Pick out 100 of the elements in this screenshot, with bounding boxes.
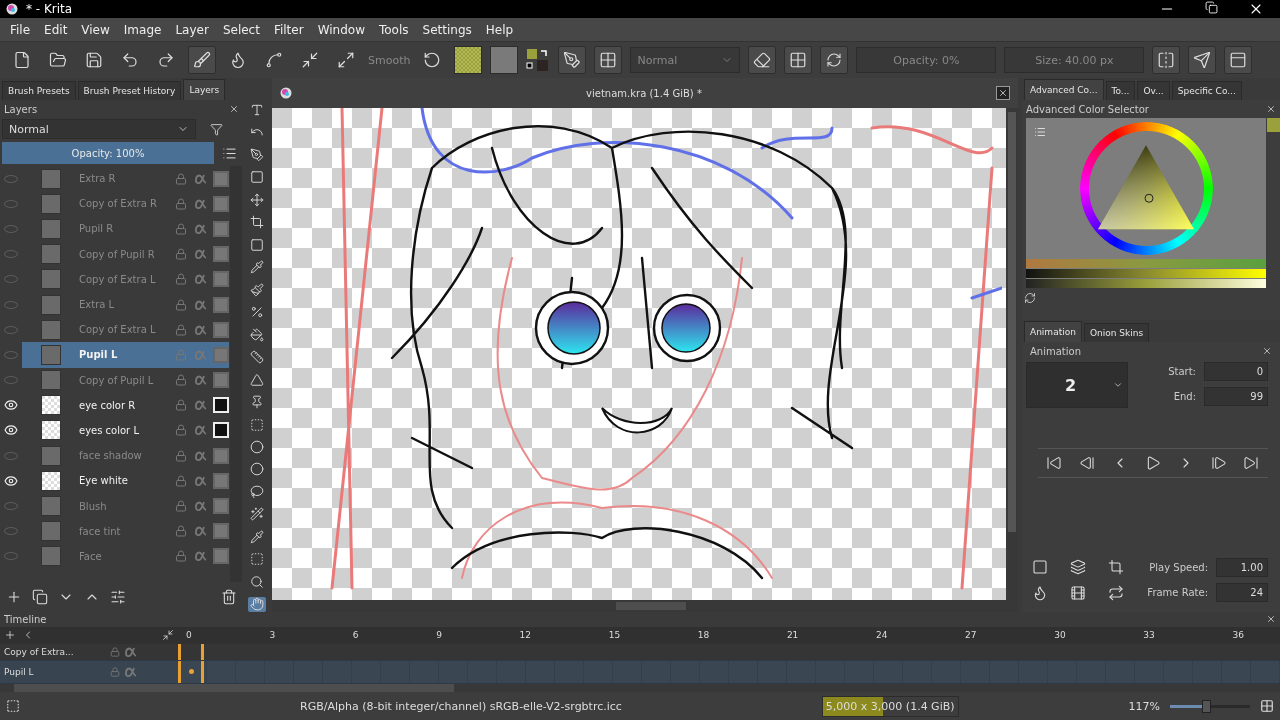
current-frame-field[interactable]: 2 xyxy=(1026,362,1128,408)
lock-icon[interactable] xyxy=(173,170,189,187)
lock-icon[interactable] xyxy=(173,321,189,338)
move-icon xyxy=(249,192,264,207)
grid-button[interactable] xyxy=(594,46,623,74)
transform-icon xyxy=(249,170,264,185)
lock-icon[interactable] xyxy=(173,397,189,414)
menu-item[interactable]: Filter xyxy=(273,22,304,37)
alpha-icon xyxy=(124,665,138,678)
lock-icon[interactable] xyxy=(173,523,189,540)
layer-row[interactable]: eyes color L xyxy=(0,417,229,444)
refresh-icon xyxy=(826,52,843,68)
value-bar[interactable] xyxy=(1026,279,1266,288)
dock-tab[interactable]: To... xyxy=(1105,81,1136,100)
close-button[interactable] xyxy=(996,86,1010,100)
restore-icon[interactable] xyxy=(1205,1,1218,14)
selection-icon[interactable] xyxy=(6,699,20,713)
menu-item[interactable]: Help xyxy=(485,22,514,37)
layer-thumbnail xyxy=(41,370,61,391)
menu-item[interactable]: View xyxy=(81,22,110,37)
dock-tab[interactable]: Animation xyxy=(1024,321,1082,342)
lock-icon[interactable] xyxy=(173,472,189,489)
paper-plane-button[interactable] xyxy=(1188,46,1217,74)
lock-icon[interactable] xyxy=(173,271,189,288)
dock-tab[interactable]: Brush Preset History xyxy=(77,81,182,100)
overview-icon[interactable] xyxy=(1260,699,1274,713)
loop-icon[interactable] xyxy=(1108,585,1124,601)
alpha-icon xyxy=(194,550,208,563)
lock-icon[interactable] xyxy=(173,447,189,464)
layers-icon[interactable] xyxy=(1070,559,1086,575)
frame-number: 6 xyxy=(352,630,359,641)
menu-item[interactable]: Image xyxy=(123,22,162,37)
zoom-fit-icon[interactable] xyxy=(162,629,174,642)
brush-button[interactable] xyxy=(188,46,216,74)
end-field[interactable]: 99 xyxy=(1204,387,1268,406)
window-title: * - Krita xyxy=(26,2,74,16)
next-keyframe-icon[interactable] xyxy=(1210,455,1227,471)
frame-number: 9 xyxy=(436,630,442,641)
dock-tab[interactable]: Advanced Co... xyxy=(1024,79,1104,100)
layer-name: eye color R xyxy=(78,399,137,411)
last-frame-icon[interactable] xyxy=(1243,455,1260,471)
sliders-icon[interactable] xyxy=(110,589,126,605)
menu-item[interactable]: Select xyxy=(222,22,260,37)
lock-icon[interactable] xyxy=(173,498,189,515)
duplicate-icon[interactable] xyxy=(32,589,48,605)
lock-icon[interactable] xyxy=(173,372,189,389)
add-icon[interactable] xyxy=(4,629,16,642)
blend-mode-dropdown[interactable]: Normal xyxy=(2,119,196,139)
menu-item[interactable]: Tools xyxy=(378,22,409,37)
paint-bucket-tool[interactable] xyxy=(247,326,266,343)
scrollbar-thumb[interactable] xyxy=(14,684,454,692)
flame-icon[interactable] xyxy=(1032,585,1048,601)
ruler-tool[interactable] xyxy=(247,349,266,365)
layer-row[interactable]: eye color R xyxy=(0,392,229,418)
dock-tab[interactable]: Brush Presets xyxy=(2,81,76,100)
refresh-button[interactable] xyxy=(820,46,849,74)
lock-icon[interactable] xyxy=(173,422,189,439)
pen-button[interactable] xyxy=(558,46,587,74)
color-swatches-icon[interactable] xyxy=(526,48,551,72)
menu-item[interactable]: Window xyxy=(317,22,365,37)
mirror-button[interactable] xyxy=(1152,46,1181,74)
menu-item[interactable]: Settings xyxy=(422,22,472,37)
lock-icon[interactable] xyxy=(173,548,189,565)
layer-name: Pupil L xyxy=(3,666,35,677)
layer-thumbnail xyxy=(41,521,61,542)
slider-thumb[interactable] xyxy=(1202,699,1211,713)
add-layer-icon[interactable] xyxy=(6,589,22,605)
timeline-row[interactable]: Pupil L xyxy=(0,660,1280,684)
dock-tab[interactable]: Ov... xyxy=(1137,81,1170,100)
layer-name: Blush xyxy=(78,500,108,512)
lock-icon[interactable] xyxy=(173,220,189,237)
menu-item[interactable]: Layer xyxy=(175,22,209,37)
frame-rate-field[interactable]: 24 xyxy=(1216,583,1268,602)
lock-icon[interactable] xyxy=(173,246,189,263)
previous-keyframe-icon[interactable] xyxy=(1079,455,1096,471)
lock-icon[interactable] xyxy=(173,195,189,212)
film-icon[interactable] xyxy=(1070,585,1086,601)
layer-row[interactable]: Eye white xyxy=(0,468,229,494)
play-speed-field[interactable]: 1.00 xyxy=(1216,558,1268,577)
start-field[interactable]: 0 xyxy=(1204,362,1268,381)
pattern-swatch[interactable] xyxy=(454,46,483,74)
saturation-bar[interactable] xyxy=(1026,269,1266,278)
dock-tab[interactable]: Layers xyxy=(183,79,226,100)
lock-icon[interactable] xyxy=(173,296,189,313)
eraser-button[interactable] xyxy=(748,46,777,74)
dock-tab[interactable]: Specific Co... xyxy=(1171,81,1242,100)
trash-icon[interactable] xyxy=(221,589,237,605)
menu-item[interactable]: File xyxy=(10,22,31,37)
hand-tool[interactable] xyxy=(247,596,266,613)
first-frame-icon[interactable] xyxy=(1046,455,1063,471)
opacity-slider[interactable]: Opacity: 100% xyxy=(2,142,214,164)
frame-icon[interactable] xyxy=(1032,559,1048,575)
frame-number: 24 xyxy=(876,630,888,641)
checker-button[interactable] xyxy=(784,46,813,74)
gradient-swatch[interactable] xyxy=(490,46,519,74)
panel-button[interactable] xyxy=(1224,46,1253,74)
menu-item[interactable]: Edit xyxy=(44,22,68,37)
dock-tab[interactable]: Onion Skins xyxy=(1083,323,1150,342)
refresh-icon[interactable] xyxy=(1024,292,1036,304)
scrollbar-thumb[interactable] xyxy=(1008,112,1016,532)
